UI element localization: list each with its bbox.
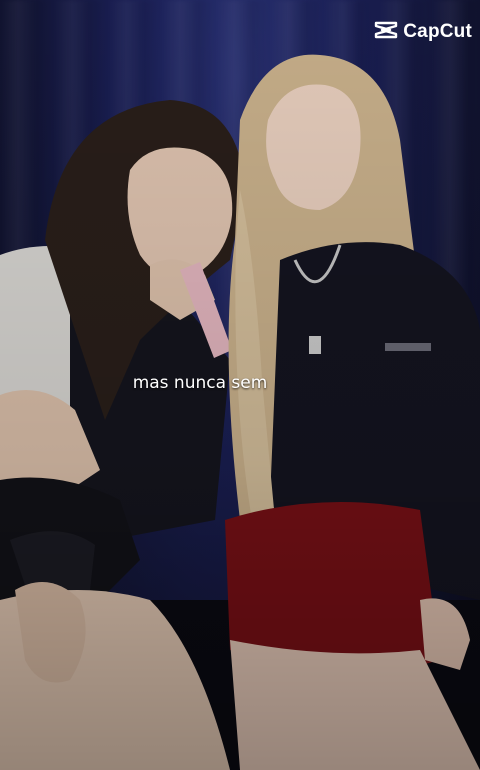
video-caption: mas nunca sem [132,373,268,393]
watermark-text: CapCut [403,21,472,42]
right-person-face [266,84,361,210]
capcut-logo-icon [374,20,398,44]
necklace-pendant [309,336,321,354]
capcut-watermark: CapCut [374,20,472,44]
hoodie-chest-print [385,343,431,351]
video-frame: CapCut mas nunca sem [0,0,480,770]
